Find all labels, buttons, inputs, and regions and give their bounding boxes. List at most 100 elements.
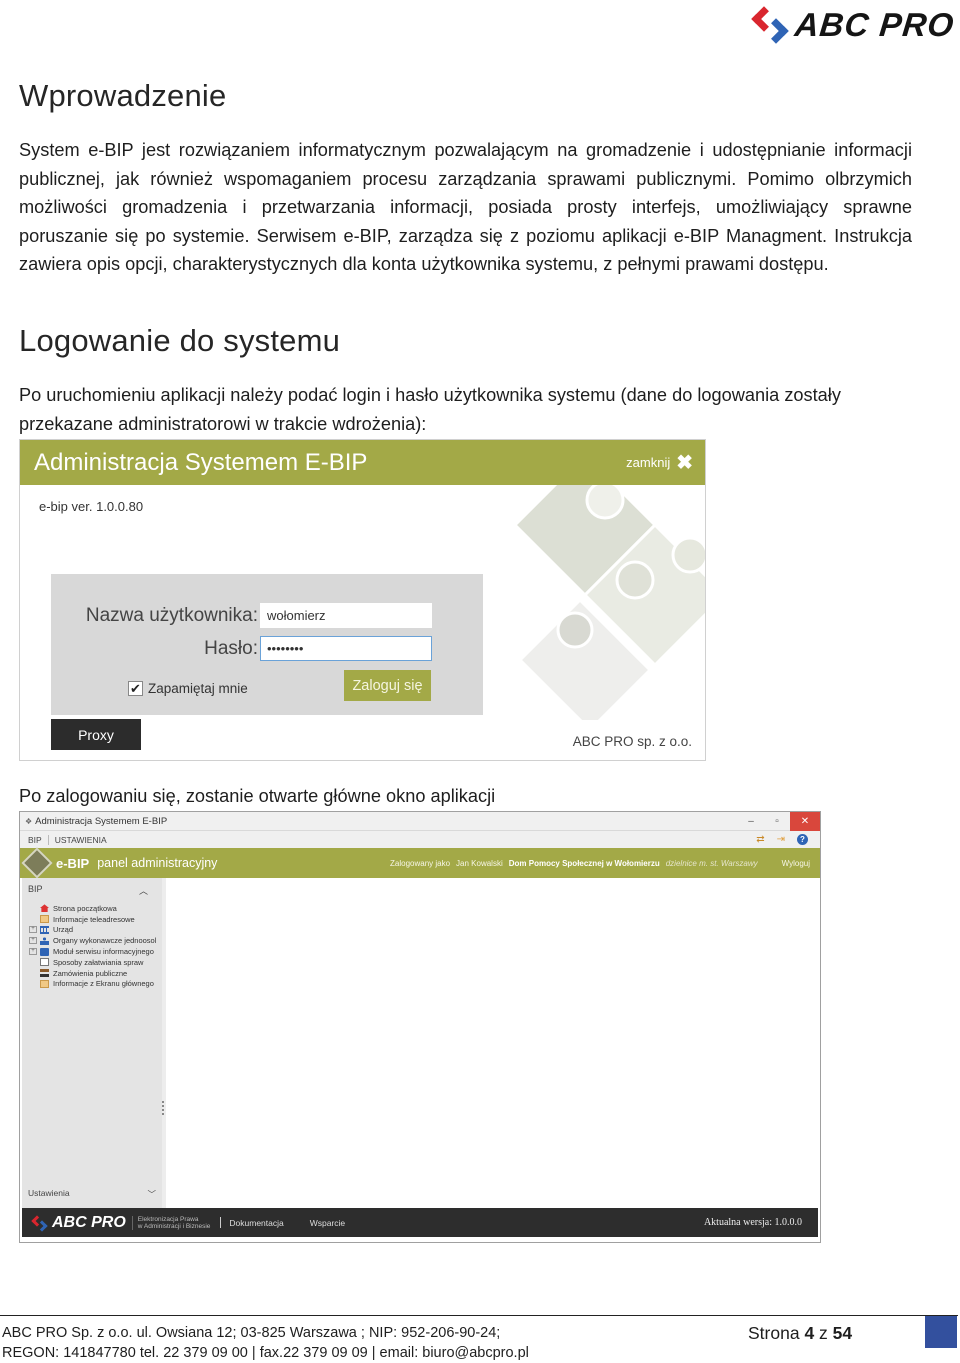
sidebar-tree: Strona początkowa Informacje teleadresow… [22,903,162,989]
brand-name: ABC PRO [792,6,956,43]
menu-divider [47,834,49,845]
ebip-logo-icon [21,847,53,879]
login-window-screenshot: Administracja Systemem E-BIP zamknij ✖ e… [19,439,706,761]
menu-bip[interactable]: BIP [28,835,42,845]
tagline-line: Elektronizacja Prawa [137,1215,199,1223]
menu-ustawienia[interactable]: USTAWIENIA [55,835,107,845]
footer-rule [0,1315,958,1316]
tree-item-urzad[interactable]: + Urząd [22,925,162,936]
organization-name: Dom Pomocy Społecznej w Wołomierzu [508,858,660,868]
logged-as-label: Zalogowany jako [390,858,451,868]
login-titlebar: Administracja Systemem E-BIP zamknij ✖ [20,440,705,485]
check-icon[interactable]: ✔ [128,681,143,696]
intro-heading: Wprowadzenie [19,78,227,113]
banner-subtitle: panel administracyjny [97,856,218,870]
app-footer: ABC PRO Elektronizacja Prawa w Administr… [22,1208,818,1237]
tree-item-label: Informacje z Ekranu głównego [53,979,154,989]
tree-item-zamowienia-publiczne[interactable]: Zamówienia publiczne [22,968,162,979]
address-line: ABC PRO Sp. z o.o. ul. Owsiana 12; 03-82… [2,1325,501,1341]
page-label: Strona [748,1323,800,1343]
login-heading: Logowanie do systemu [19,323,341,358]
logged-user: Jan Kowalski [456,858,503,868]
sync-icon[interactable]: ⇄ [756,834,764,845]
sidebar: BIP ︿ Strona początkowa Informacje telea… [22,878,166,1208]
password-label: Hasło: [204,638,258,659]
tree-item-informacje-teleadresowe[interactable]: Informacje teleadresowe [22,914,162,925]
expand-icon[interactable]: + [29,937,37,945]
home-icon [40,904,49,913]
minimize-icon[interactable]: – [738,812,764,831]
company-address: ABC PRO Sp. z o.o. ul. Owsiana 12; 03-82… [2,1323,529,1363]
tree-item-sposoby-zalatwiania[interactable]: Sposoby załatwiania spraw [22,957,162,968]
proxy-button[interactable]: Proxy [51,719,141,750]
app-titlebar: ❖ Administracja Systemem E-BIP – ▫ ✕ [20,812,820,831]
chevron-up-icon[interactable]: ︿ [139,884,148,897]
username-label: Nazwa użytkownika: [85,605,258,626]
export-icon[interactable]: ⇥ [777,834,785,845]
sidebar-resize-handle[interactable] [162,1101,164,1115]
app-version: Aktualna wersja: 1.0.0.0 [703,1217,802,1228]
tree-item-modul-serwisu[interactable]: + Moduł serwisu informacyjnego [22,946,162,957]
expand-icon[interactable]: + [29,948,37,956]
version-label: e-bip ver. 1.0.0.80 [39,499,144,514]
chevron-down-icon[interactable]: ﹀ [147,1188,156,1200]
login-button[interactable]: Zaloguj się [344,670,431,701]
expand-icon[interactable]: + [29,926,37,934]
remember-me-label: Zapamiętaj mnie [148,681,248,696]
app-window-screenshot: ❖ Administracja Systemem E-BIP – ▫ ✕ BIP… [19,811,821,1243]
tree-item-label: Sposoby załatwiania spraw [53,957,144,967]
footer-divider [220,1217,222,1228]
page-total: 54 [832,1323,853,1343]
close-label: zamknij [626,455,671,470]
intro-line: System e-BIP jest rozwiązaniem informaty… [19,140,912,160]
info-module-icon [40,947,49,956]
contact-icon [40,915,49,924]
after-login-paragraph: Po zalogowaniu się, zostanie otwarte głó… [19,782,912,811]
login-line: przekazane administratorowi w trakcie wd… [19,413,427,434]
app-window-title: Administracja Systemem E-BIP [35,815,168,827]
tree-item-organy-wykonawcze[interactable]: + Organy wykonawcze jednoosol [22,935,162,946]
login-window-title: Administracja Systemem E-BIP [34,448,368,476]
help-icon[interactable]: ? [797,834,808,845]
intro-line: możliwości gromadzenia i przetwarzania i… [19,197,912,218]
tree-item-label: Strona początkowa [53,903,117,913]
tree-item-label: Informacje teleadresowe [53,914,135,924]
footer-tagline: Elektronizacja Prawa w Administracji i B… [131,1215,211,1230]
remember-me-checkbox[interactable]: ✔ Zapamiętaj mnie [128,681,248,696]
window-close-icon[interactable]: ✕ [790,812,820,831]
after-login-line: Po zalogowaniu się, zostanie otwarte głó… [19,786,496,806]
page-current: 4 [804,1323,815,1343]
tagline-line: w Administracji i Biznesie [137,1222,211,1230]
person-icon [40,936,49,945]
password-input[interactable]: •••••••• [260,636,432,661]
support-link[interactable]: Wsparcie [310,1218,345,1228]
tree-item-label: Moduł serwisu informacyjnego [53,947,154,957]
document-icon [40,958,49,967]
building-icon [40,925,49,934]
gavel-icon [40,969,49,978]
abc-pro-logo-icon [751,6,791,44]
login-paragraph: Po uruchomieniu aplikacji należy podać l… [19,381,912,438]
tree-item-strona-poczatkowa[interactable]: Strona początkowa [22,903,162,914]
menubar: BIP USTAWIENIA ⇄ ⇥ ? [20,831,820,848]
tree-item-label: Urząd [53,925,74,935]
documentation-link[interactable]: Dokumentacja [229,1218,283,1228]
intro-paragraph: System e-BIP jest rozwiązaniem informaty… [19,136,912,279]
company-label: ABC PRO sp. z o.o. [572,734,692,749]
maximize-icon[interactable]: ▫ [764,812,790,831]
sidebar-header[interactable]: BIP ︿ [22,878,162,897]
sidebar-footer-ustawienia[interactable]: Ustawienia ﹀ [28,1188,156,1200]
footer-logo: ABC PRO [31,1214,126,1232]
footer-accent-square [925,1316,957,1348]
close-button[interactable]: zamknij ✖ [626,450,693,475]
sidebar-header-label: BIP [28,884,43,894]
intro-line: zawiera opis opcji, charakterystycznych … [19,254,829,275]
tree-item-informacje-ekranu[interactable]: Informacje z Ekranu głównego [22,979,162,990]
close-icon: ✖ [676,452,693,474]
logout-link[interactable]: Wyloguj [782,859,810,868]
username-input[interactable]: wołomierz [260,603,432,628]
intro-line: publicznej, jak również wspomaganiem pro… [19,168,912,189]
login-line: Po uruchomieniu aplikacji należy podać l… [19,385,841,405]
abc-pro-logo-icon [31,1214,48,1232]
page-number: Strona 4 z 54 [748,1323,852,1344]
